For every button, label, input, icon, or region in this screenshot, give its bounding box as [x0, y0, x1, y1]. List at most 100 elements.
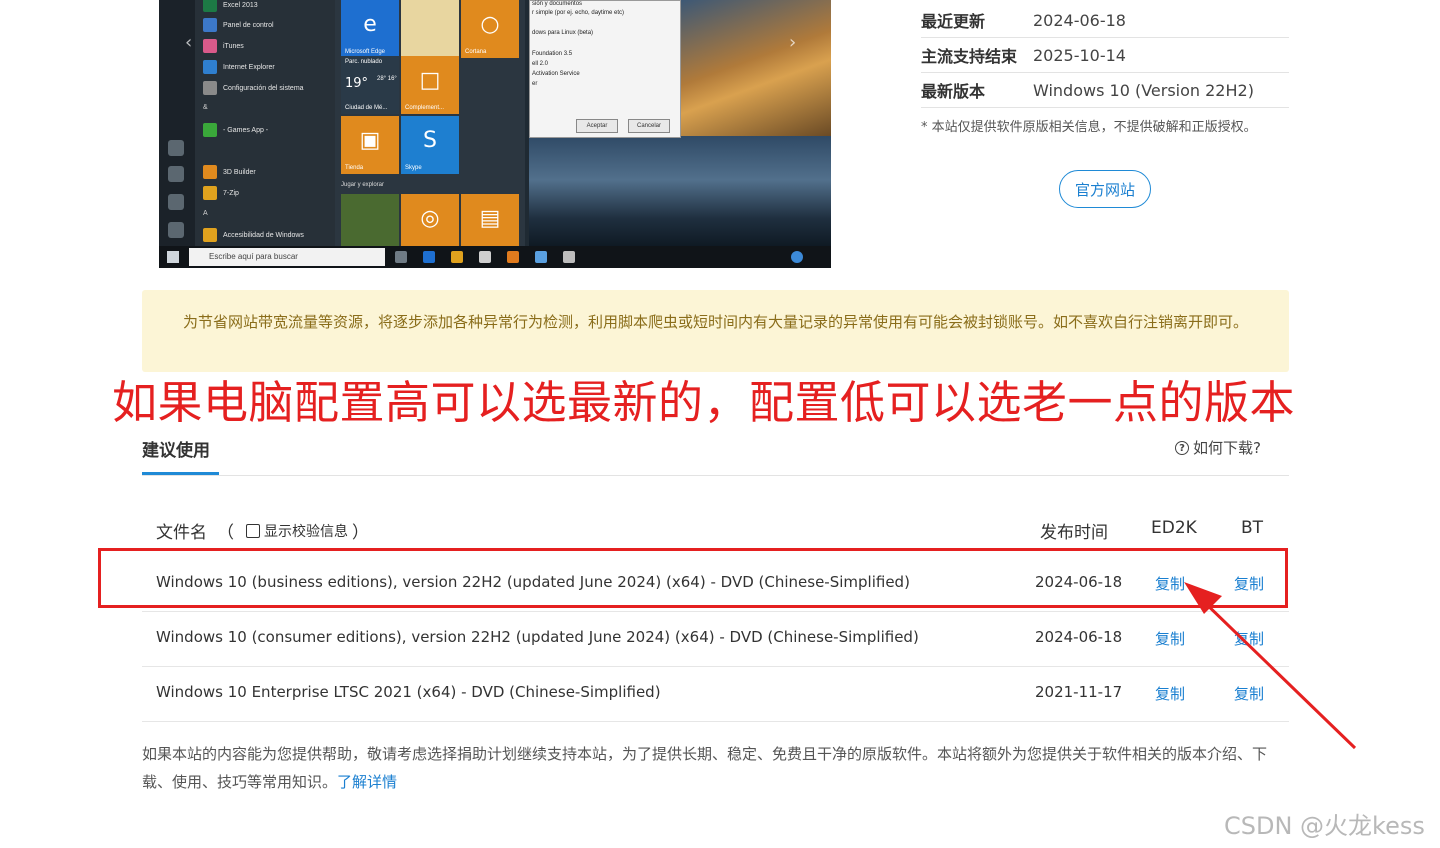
csdn-watermark: CSDN @火龙kess — [1224, 812, 1425, 840]
app-item: - Games App - — [203, 121, 268, 139]
show-checksum-label[interactable]: 显示校验信息 — [264, 521, 348, 541]
edge-icon: e — [363, 12, 377, 37]
store-tile: ▣ Tienda — [341, 116, 399, 174]
windows-start-menu-screenshot: Excel 2013 Panel de control iTunes Inter… — [159, 0, 831, 268]
games-app-icon — [203, 123, 217, 137]
tile-label: Ciudad de Mé... — [345, 105, 388, 111]
task-view-icon[interactable] — [395, 251, 407, 263]
windows-features-dialog: sión y documentos r simple (por ej. echo… — [529, 0, 681, 138]
paren-open: （ — [217, 523, 234, 543]
copy-ed2k-link[interactable]: 复制 — [1155, 628, 1185, 649]
app-item: 7-Zip — [203, 184, 239, 202]
app-taskbar-icon[interactable] — [535, 251, 547, 263]
info-row-last-updated: 最近更新 2024-06-18 — [921, 3, 1289, 38]
start-tiles: e Microsoft Edge ○ Cortana Parc. nublado 1… — [335, 0, 525, 246]
app-label: Excel 2013 — [223, 1, 258, 9]
dialog-line: er — [532, 81, 538, 87]
skype-tile: S Skype — [401, 116, 459, 174]
edge-taskbar-icon[interactable] — [423, 251, 435, 263]
store-icon: ▣ — [359, 128, 381, 153]
copy-bt-link[interactable]: 复制 — [1234, 628, 1264, 649]
tray-icon[interactable] — [791, 251, 803, 263]
weather-tile: Parc. nublado 19° 28° 16° Ciudad de Mé..… — [341, 56, 399, 114]
info-key: 最新版本 — [921, 82, 986, 101]
dialog-cancel-button[interactable]: Cancelar — [628, 119, 670, 133]
carousel-prev-icon[interactable]: ‹ — [185, 32, 192, 53]
dialog-line: r simple (por ej. echo, daytime etc) — [532, 10, 625, 16]
tile-label: Microsoft Edge — [345, 49, 386, 55]
group-letter: A — [203, 210, 208, 217]
paren-close: ） — [352, 523, 369, 543]
tile-label: Cortana — [465, 49, 487, 55]
cortana-icon: ○ — [480, 12, 500, 37]
app-label: 7-Zip — [223, 189, 239, 197]
app-label: Configuración del sistema — [223, 84, 304, 92]
tab-recommended[interactable]: 建议使用 — [142, 436, 210, 461]
user-icon — [168, 140, 184, 156]
learn-more-link[interactable]: 了解详情 — [337, 773, 397, 791]
movies-icon: ▤ — [479, 206, 501, 231]
skype-icon: S — [423, 128, 437, 153]
app-item: Excel 2013 — [203, 0, 258, 14]
warning-banner: 为节省网站带宽流量等资源，将逐步添加各种异常行为检测，利用脚本爬虫或短时间内有大… — [142, 290, 1289, 372]
col-header-date: 发布时间 — [1040, 523, 1108, 543]
dialog-line: dows para Linux (beta) — [532, 30, 594, 36]
info-key: 主流支持结束 — [921, 47, 1018, 66]
support-footer: 如果本站的内容能为您提供帮助，敬请考虑选择捐助计划继续支持本站，为了提供长期、稳… — [142, 740, 1292, 796]
tile-group-label: Jugar y explorar — [341, 182, 385, 188]
documents-icon — [168, 166, 184, 182]
app-taskbar-icon[interactable] — [563, 251, 575, 263]
app-label: 3D Builder — [223, 168, 256, 176]
show-checksum-checkbox[interactable] — [246, 523, 260, 538]
release-date: 2024-06-18 — [1035, 628, 1123, 646]
how-to-download-link[interactable]: ? 如何下载? — [1175, 437, 1261, 458]
carousel-next-icon[interactable]: › — [789, 32, 796, 53]
explorer-taskbar-icon[interactable] — [451, 251, 463, 263]
wallpaper-lake — [529, 136, 831, 246]
tab-divider — [142, 475, 1289, 476]
store-taskbar-icon[interactable] — [479, 251, 491, 263]
7zip-icon — [203, 186, 217, 200]
app-label: Panel de control — [223, 21, 274, 29]
info-row-latest-version: 最新版本 Windows 10 (Version 22H2) — [921, 73, 1289, 108]
copy-ed2k-link[interactable]: 复制 — [1155, 683, 1185, 704]
info-value: 2024-06-18 — [1033, 10, 1126, 30]
taskbar-search-box[interactable]: Escribe aquí para buscar — [189, 248, 385, 266]
groove-tile: ◎ — [401, 194, 459, 246]
dialog-line: sión y documentos — [532, 1, 583, 7]
weather-heading: Parc. nublado — [345, 59, 383, 65]
app-item: Panel de control — [203, 16, 274, 34]
minecraft-tile — [341, 194, 399, 246]
system-config-icon — [203, 81, 217, 95]
app-label: Accesibilidad de Windows — [223, 231, 304, 239]
itunes-icon — [203, 39, 217, 53]
app-item: Configuración del sistema — [203, 79, 304, 97]
desktop-wallpaper — [679, 0, 831, 136]
how-to-label: 如何下载? — [1193, 439, 1261, 457]
accessibility-icon — [203, 228, 217, 242]
app-item: iTunes — [203, 37, 244, 55]
power-icon — [168, 222, 184, 238]
windows-start-icon[interactable] — [167, 251, 179, 263]
control-panel-icon — [203, 18, 217, 32]
annotation-text: 如果电脑配置高可以选最新的，配置低可以选老一点的版本 — [112, 376, 1296, 429]
table-row: Windows 10 (consumer editions), version … — [142, 611, 1289, 667]
3d-builder-icon — [203, 165, 217, 179]
internet-explorer-icon — [203, 60, 217, 74]
excel-icon — [203, 0, 217, 12]
dialog-accept-button[interactable]: Aceptar — [576, 119, 618, 133]
release-date: 2021-11-17 — [1035, 683, 1123, 701]
info-row-support-end: 主流支持结束 2025-10-14 — [921, 38, 1289, 73]
annotation-highlight-box — [98, 548, 1288, 608]
info-key: 最近更新 — [921, 12, 986, 31]
copy-bt-link[interactable]: 复制 — [1234, 683, 1264, 704]
edge-tile: e Microsoft Edge — [341, 0, 399, 58]
app-label: iTunes — [223, 42, 244, 50]
tile-label: Complement... — [405, 105, 445, 111]
group-letter: & — [203, 104, 208, 111]
tile-label: Skype — [405, 165, 422, 171]
question-icon: ? — [1175, 440, 1189, 455]
taskbar: Escribe aquí para buscar — [159, 246, 831, 268]
official-site-button[interactable]: 官方网站 — [1059, 170, 1151, 208]
firefox-taskbar-icon[interactable] — [507, 251, 519, 263]
